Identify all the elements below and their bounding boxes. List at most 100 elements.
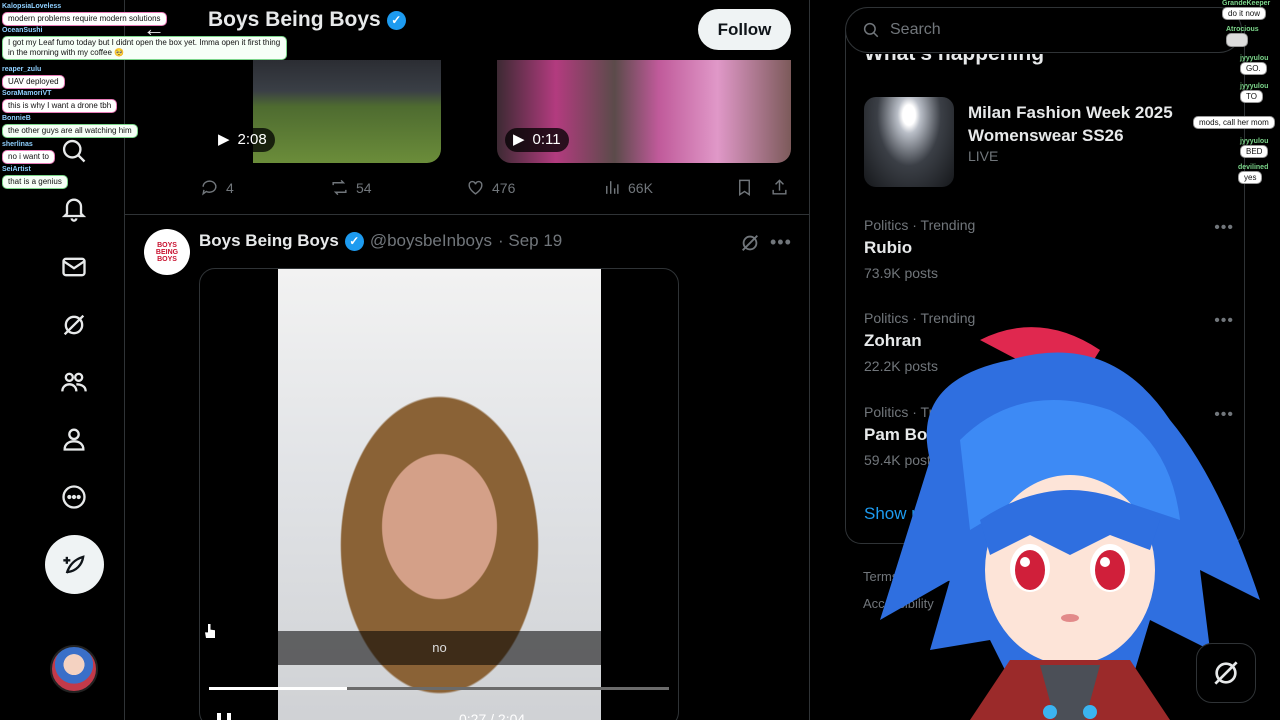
verified-badge-icon: ✓ bbox=[386, 10, 406, 30]
tweet-date[interactable]: · Sep 19 bbox=[498, 231, 562, 251]
chat-message: jyyyulou TO bbox=[1240, 83, 1268, 103]
chat-username: jyyyulou bbox=[1240, 83, 1269, 90]
more-horizontal-icon[interactable]: ••• bbox=[1214, 312, 1234, 330]
chat-text: BED bbox=[1240, 145, 1269, 158]
chat-message: devilined yes bbox=[1238, 164, 1268, 184]
chat-text: do it now bbox=[1222, 7, 1267, 20]
video-duration-badge: ▶ 0:11 bbox=[505, 128, 569, 152]
video-progress-fill bbox=[209, 687, 347, 690]
duration-label: 0:11 bbox=[532, 131, 561, 148]
like-button[interactable]: 476 bbox=[466, 178, 515, 197]
compose-post-button[interactable] bbox=[45, 535, 104, 594]
video-progress-bar[interactable] bbox=[209, 687, 669, 690]
repost-button[interactable]: 54 bbox=[330, 178, 372, 197]
event-title: Milan Fashion Week 2025 Womenswear SS26 bbox=[968, 103, 1173, 145]
trend-post-count: 59.4K posts bbox=[864, 452, 938, 468]
trend-name: Pam Bondi bbox=[864, 425, 953, 444]
notifications-icon[interactable] bbox=[54, 189, 94, 229]
grok-explain-icon[interactable] bbox=[739, 232, 761, 254]
chat-message: jyyyulou GO. bbox=[1240, 55, 1268, 75]
share-icon bbox=[772, 179, 787, 195]
accessibility-link[interactable]: Accessibility bbox=[863, 596, 934, 611]
profile-header: ← Boys Being Boys ✓ Follow bbox=[125, 0, 809, 60]
more-horizontal-icon[interactable]: ••• bbox=[770, 232, 792, 253]
reply-count: 4 bbox=[226, 179, 234, 196]
like-count: 476 bbox=[492, 179, 516, 196]
trend-item[interactable]: Politics · Trending Zohran 22.2K posts •… bbox=[864, 310, 1234, 380]
tweet-author-avatar[interactable]: BOYS BEING BOYS bbox=[144, 229, 190, 275]
verified-badge-icon: ✓ bbox=[344, 231, 364, 251]
back-arrow-icon[interactable]: ← bbox=[143, 16, 165, 42]
repost-icon bbox=[332, 179, 347, 196]
page-title: Boys Being Boys ✓ bbox=[208, 8, 406, 32]
event-status: LIVE bbox=[968, 148, 999, 164]
reply-icon bbox=[202, 180, 217, 196]
share-button[interactable] bbox=[770, 178, 789, 197]
chat-text: GO. bbox=[1240, 62, 1267, 75]
show-more-link[interactable]: Show more bbox=[864, 504, 950, 524]
app-root: ▶ 2:08 ▶ 0:11 ← Boys Being Boys ✓ Follow 4… bbox=[0, 0, 1280, 720]
chat-username: GrandeKeeper bbox=[1222, 0, 1271, 7]
search-icon bbox=[863, 22, 879, 38]
trend-name: Zohran bbox=[864, 331, 922, 350]
media-thumbnail-1[interactable]: ▶ 2:08 bbox=[200, 60, 441, 163]
more-options-icon[interactable] bbox=[54, 477, 94, 517]
right-sidebar: What’s happening Milan Fashion Week 2025… bbox=[810, 0, 1280, 720]
video-time: 0:27 / 2:04 bbox=[459, 711, 526, 720]
grok-icon[interactable] bbox=[54, 305, 94, 345]
chat-username: devilined bbox=[1238, 164, 1269, 171]
view-count: 66K bbox=[628, 179, 653, 196]
tweet-header: Boys Being Boys ✓ @boysbeInboys · Sep 19 bbox=[199, 231, 562, 251]
avatar-logo-text: BOYS BEING BOYS bbox=[155, 241, 179, 263]
trend-name: Rubio bbox=[864, 238, 913, 257]
feather-plus-icon bbox=[62, 554, 85, 574]
trend-post-count: 22.2K posts bbox=[864, 358, 938, 374]
video-controls: 0:27 / 2:04 bbox=[209, 705, 669, 720]
chat-message: GrandeKeeper do it now bbox=[1222, 0, 1270, 20]
pause-icon[interactable] bbox=[217, 713, 231, 720]
bookmark-icon bbox=[739, 179, 750, 196]
video-thumbnail-image bbox=[253, 60, 441, 163]
whats-happening-panel: What’s happening Milan Fashion Week 2025… bbox=[845, 30, 1245, 544]
event-thumbnail bbox=[864, 97, 954, 187]
video-player[interactable]: no 0:27 / 2:04 bbox=[199, 268, 679, 720]
more-horizontal-icon[interactable]: ••• bbox=[1214, 219, 1234, 237]
views-button[interactable]: 66K bbox=[602, 178, 653, 197]
trend-category: Politics · Trending bbox=[864, 217, 976, 233]
account-avatar[interactable] bbox=[50, 645, 98, 693]
chat-username: jyyyulou bbox=[1240, 138, 1269, 145]
video-caption: no bbox=[278, 631, 601, 665]
more-horizontal-icon[interactable]: ••• bbox=[1214, 406, 1234, 424]
chat-text: mods, call her mom bbox=[1193, 116, 1275, 129]
event-card[interactable]: Milan Fashion Week 2025 Womenswear SS26 … bbox=[864, 97, 1234, 189]
reply-button[interactable]: 4 bbox=[200, 178, 234, 197]
duration-label: 2:08 bbox=[237, 131, 267, 148]
post-actions: 4 54 476 66K bbox=[200, 178, 790, 202]
explore-icon[interactable] bbox=[54, 131, 94, 171]
follow-button[interactable]: Follow bbox=[698, 9, 791, 50]
tweet-author-handle[interactable]: @boysbeInboys bbox=[370, 231, 492, 251]
terms-link[interactable]: Terms of Service bbox=[863, 569, 960, 584]
trend-item[interactable]: Politics · Trending Pam Bondi 59.4K post… bbox=[864, 404, 1234, 474]
trend-category: Politics · Trending bbox=[864, 404, 976, 420]
bookmark-button[interactable] bbox=[735, 178, 754, 197]
profile-icon[interactable] bbox=[54, 419, 94, 459]
play-icon: ▶ bbox=[218, 131, 230, 148]
search-box[interactable] bbox=[845, 7, 1242, 53]
post-divider bbox=[125, 214, 809, 215]
play-icon: ▶ bbox=[513, 131, 525, 148]
communities-icon[interactable] bbox=[54, 362, 94, 402]
media-thumbnail-2[interactable]: ▶ 0:11 bbox=[497, 60, 791, 163]
video-duration-badge: ▶ 2:08 bbox=[210, 128, 275, 152]
sidebar-nav bbox=[0, 0, 125, 720]
tweet-author-name[interactable]: Boys Being Boys bbox=[199, 231, 339, 251]
grok-floating-button[interactable] bbox=[1196, 643, 1256, 703]
chat-username: jyyyulou bbox=[1240, 55, 1269, 62]
messages-icon[interactable] bbox=[54, 247, 94, 287]
chat-text: yes bbox=[1238, 171, 1263, 184]
repost-count: 54 bbox=[356, 179, 372, 196]
search-input[interactable] bbox=[890, 21, 1210, 39]
heart-icon bbox=[468, 180, 483, 195]
analytics-icon bbox=[606, 181, 619, 194]
trend-item[interactable]: Politics · Trending Rubio 73.9K posts ••… bbox=[864, 217, 1234, 287]
